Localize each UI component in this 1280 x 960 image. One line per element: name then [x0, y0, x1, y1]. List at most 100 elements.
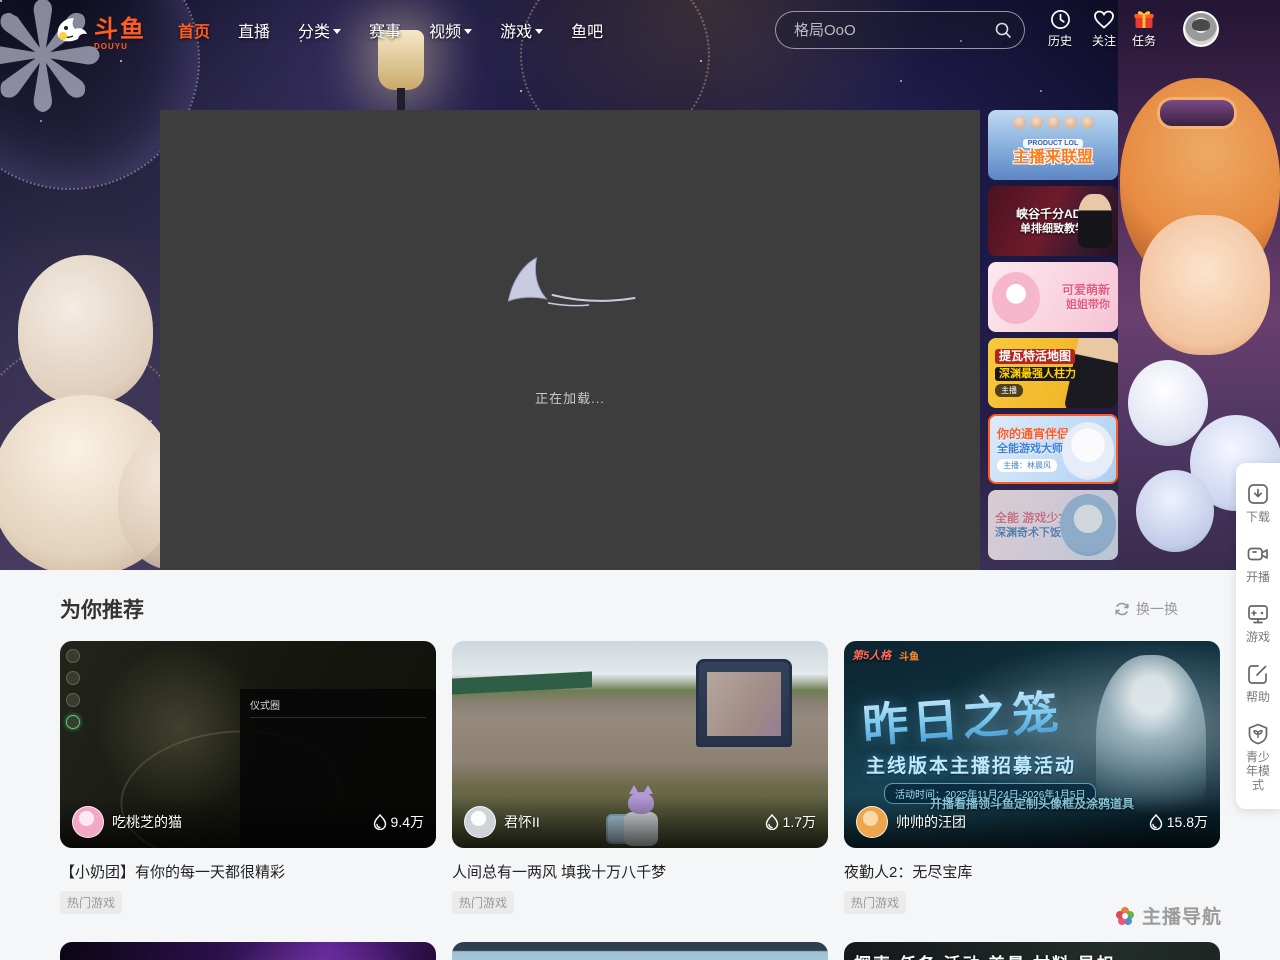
thumbnail-overlay: 吃桃芝的猫 9.4万 — [60, 796, 436, 848]
plush-doll-art — [18, 255, 153, 405]
banner-title: 主播来联盟 — [1013, 151, 1093, 165]
help-button[interactable]: 帮助 — [1236, 653, 1280, 713]
nav-esports[interactable]: 赛事 — [355, 0, 415, 60]
nav-live[interactable]: 直播 — [224, 0, 284, 60]
loading-text: 正在加载... — [535, 388, 605, 407]
douyu-mini-logo: 斗鱼 — [899, 648, 919, 663]
thumbnail-text-strip: 探索 任务 活动 美景 材料 星帜 — [854, 950, 1116, 960]
download-button[interactable]: 下载 — [1236, 473, 1280, 533]
anime-girl-face-art — [1140, 215, 1270, 355]
nav-yuba[interactable]: 鱼吧 — [557, 0, 617, 60]
stream-title[interactable]: 人间总有一两风 填我十万八千梦 — [452, 861, 828, 882]
thumbnail-corner-logos: 第5人格 斗鱼 — [852, 647, 919, 663]
game-dialog-title: 仪式圈 — [250, 697, 426, 718]
promo-banner-list: PRODUCT LOL 主播来联盟 峡谷千分ADC 单排细致教学 可爱萌新 姐姐… — [988, 110, 1118, 566]
go-live-button[interactable]: 开播 — [1236, 533, 1280, 593]
stream-card[interactable]: 君怀II 1.7万 人间总有一两风 填我十万八千梦 热门游戏 — [452, 641, 828, 914]
green-roof-art — [452, 671, 592, 694]
watermark-text: 主播导航 — [1142, 902, 1222, 929]
nav-category[interactable]: 分类 — [284, 0, 355, 60]
user-avatar[interactable] — [1183, 11, 1219, 47]
promo-main-title: 昨日之笼 — [860, 676, 1064, 756]
pinwheel-icon — [1113, 904, 1137, 928]
streamer-nav-watermark: 主播导航 — [1113, 902, 1222, 929]
category-tag[interactable]: 热门游戏 — [60, 891, 122, 914]
hot-flame-icon — [373, 814, 387, 830]
stream-thumbnail[interactable]: 君怀II 1.7万 — [452, 641, 828, 848]
search-icon[interactable] — [994, 21, 1012, 39]
refresh-button[interactable]: 换一换 — [1114, 599, 1178, 619]
promo-banner-teyvat-map[interactable]: 提瓦特活地图 深渊最强人柱力 主播 — [988, 338, 1118, 408]
streamer-avatar — [856, 806, 888, 838]
camera-icon — [1246, 542, 1270, 566]
identity-v-logo: 第5人格 — [852, 647, 891, 663]
stream-card[interactable]: 第5人格 斗鱼 昨日之笼 主线版本主播招募活动 活动时间：2025年11月24日… — [844, 641, 1220, 914]
banner-subtitle: 深渊奇术下饭 — [995, 526, 1061, 540]
game-hud-icons — [66, 649, 80, 729]
hot-flame-icon — [1149, 814, 1163, 830]
stream-thumbnail[interactable]: 第5人格 斗鱼 昨日之笼 主线版本主播招募活动 活动时间：2025年11月24日… — [844, 641, 1220, 848]
stream-card-row: 仪式圈 吃桃芝的猫 9.4万 【小奶团】有你的每一天都很精彩 — [60, 641, 1220, 914]
stream-card[interactable]: 仪式圈 吃桃芝的猫 9.4万 【小奶团】有你的每一天都很精彩 — [60, 641, 436, 914]
brand-sub: DOUYU — [94, 42, 146, 51]
nav-home[interactable]: 首页 — [164, 0, 224, 60]
billboard-art — [696, 659, 792, 747]
stream-title[interactable]: 【小奶团】有你的每一天都很精彩 — [60, 861, 436, 882]
plush-doll-art — [1136, 470, 1214, 552]
hot-flame-icon — [765, 814, 779, 830]
promo-banner-lol-league[interactable]: PRODUCT LOL 主播来联盟 — [988, 110, 1118, 180]
clock-icon — [1050, 9, 1071, 30]
recommend-header: 为你推荐 换一换 — [60, 594, 1220, 624]
main-nav: 首页 直播 分类 赛事 视频 游戏 鱼吧 — [164, 0, 617, 60]
streamer-name: 君怀II — [504, 812, 765, 832]
search-box[interactable] — [775, 11, 1025, 49]
stream-title[interactable]: 夜勤人2：无尽宝库 — [844, 861, 1220, 882]
live-player[interactable]: 正在加载... — [160, 110, 980, 570]
search-input[interactable] — [794, 22, 994, 39]
promo-banner-cute-newbie[interactable]: 可爱萌新 姐姐带你 — [988, 262, 1118, 332]
banner-title: 可爱萌新 — [1062, 283, 1110, 298]
banner-streamer-pill: 主播：林晨风 — [997, 459, 1057, 472]
category-tag[interactable]: 热门游戏 — [452, 891, 514, 914]
thumbnail-overlay: 帅帅的汪团 15.8万 — [844, 796, 1220, 848]
banner-title: 提瓦特活地图 — [995, 349, 1075, 364]
banner-subtitle: 全能游戏大师 — [997, 442, 1063, 456]
game-monitor-icon — [1246, 602, 1270, 626]
follow-button[interactable]: 关注 — [1092, 9, 1116, 49]
viewer-count: 15.8万 — [1149, 812, 1208, 832]
banner-anime-boy-art — [1062, 422, 1114, 480]
gift-icon — [1133, 9, 1155, 30]
banner-person-art — [1078, 194, 1112, 248]
teen-mode-button[interactable]: 青少年模式 — [1236, 713, 1280, 801]
nav-games[interactable]: 游戏 — [486, 0, 557, 60]
banner-anime-girl-art — [1060, 494, 1116, 556]
history-button[interactable]: 历史 — [1048, 9, 1072, 49]
streamer-name: 帅帅的汪团 — [896, 812, 1149, 832]
recommend-section: 为你推荐 换一换 仪式圈 — [0, 570, 1280, 960]
promo-banner-allnight-gamer-selected[interactable]: 你的通宵伴侣 全能游戏大师 主播：林晨风 — [988, 414, 1118, 484]
banner-subtitle: 深渊最强人柱力 — [995, 367, 1080, 381]
stream-thumbnail[interactable] — [452, 942, 828, 960]
download-icon — [1246, 482, 1270, 506]
banner-subtitle: 姐姐带你 — [1066, 298, 1110, 312]
viewer-count: 1.7万 — [765, 812, 816, 832]
category-tag[interactable]: 热门游戏 — [844, 891, 906, 914]
side-toolbar: 下载 开播 游戏 帮助 — [1236, 463, 1280, 809]
thumbnail-overlay: 君怀II 1.7万 — [452, 796, 828, 848]
banner-streamer-pill: 主播 — [995, 384, 1023, 397]
task-button[interactable]: 任务 — [1132, 9, 1156, 49]
top-nav-bar: 斗鱼 DOUYU 首页 直播 分类 赛事 视频 游戏 鱼吧 历史 — [0, 0, 1280, 60]
banner-anime-girl-art — [992, 272, 1040, 324]
stream-thumbnail[interactable] — [60, 942, 436, 960]
promo-banner-game-girl[interactable]: 全能 游戏少女 深渊奇术下饭 — [988, 490, 1118, 560]
promo-banner-adc-teaching[interactable]: 峡谷千分ADC 单排细致教学 — [988, 186, 1118, 256]
nav-video[interactable]: 视频 — [415, 0, 486, 60]
stream-thumbnail[interactable]: 仪式圈 吃桃芝的猫 9.4万 — [60, 641, 436, 848]
shark-logo-icon — [52, 14, 90, 46]
game-center-button[interactable]: 游戏 — [1236, 593, 1280, 653]
stream-thumbnail[interactable]: 探索 任务 活动 美景 材料 星帜 — [844, 942, 1220, 960]
douyu-logo[interactable]: 斗鱼 DOUYU — [52, 9, 146, 51]
section-title: 为你推荐 — [60, 594, 144, 624]
banner-people-art — [988, 116, 1118, 129]
banner-badge: PRODUCT LOL — [1023, 139, 1084, 148]
